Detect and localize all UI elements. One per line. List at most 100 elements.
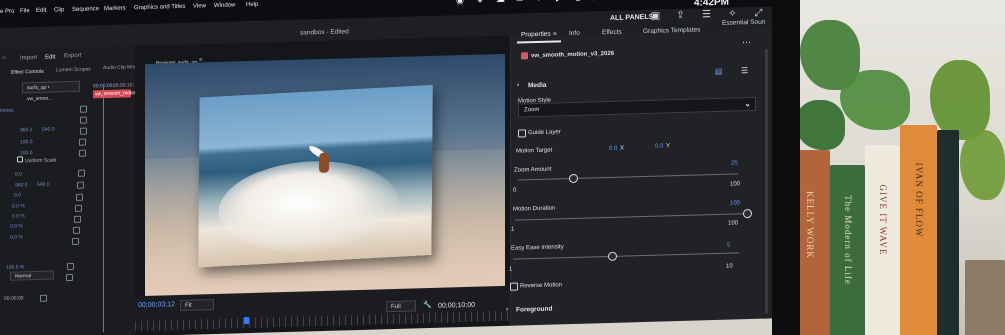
tab-export[interactable]: Export xyxy=(64,53,81,59)
keyframe-toggle-icon[interactable] xyxy=(73,226,80,234)
keyframe-toggle-icon[interactable] xyxy=(80,127,87,135)
book xyxy=(937,130,959,335)
menu-edit[interactable]: Edit xyxy=(36,8,46,14)
easy-ease-min: 1 xyxy=(509,266,513,273)
keyframe-toggle-icon[interactable] xyxy=(75,204,82,212)
clip-bar[interactable]: vw_smooth_motio xyxy=(93,89,135,99)
media-chevron-icon[interactable]: › xyxy=(517,81,519,88)
anchor-y-value[interactable]: 540.0 xyxy=(37,182,50,188)
crop-bottom-value[interactable]: 0.0 % xyxy=(10,234,23,240)
clip-selector[interactable]: surfs_up • vw_smoo... xyxy=(22,80,80,102)
properties-scrollbar[interactable] xyxy=(765,48,768,314)
crop-left-value[interactable]: 0.0 % xyxy=(12,203,25,209)
motion-target-y[interactable]: 0.0 xyxy=(655,143,663,149)
keyframe-toggle-icon[interactable] xyxy=(80,116,87,124)
fullscreen-icon[interactable]: ⤢ xyxy=(753,8,764,19)
record-icon[interactable]: ◍ xyxy=(574,0,582,3)
home-icon[interactable]: ⌂ xyxy=(2,55,6,61)
easy-ease-value[interactable]: 5 xyxy=(727,243,730,249)
keyframe-toggle-icon[interactable] xyxy=(79,149,86,157)
all-panels-button[interactable]: ALL PANELS xyxy=(610,14,653,22)
menu-app[interactable]: e Pro xyxy=(0,9,14,15)
search-icon[interactable]: ⌕ xyxy=(654,0,659,1)
menu-icon[interactable]: ☰ xyxy=(701,9,712,20)
foreground-section-title[interactable]: Foreground xyxy=(516,306,552,314)
keyframe-toggle-icon[interactable] xyxy=(72,237,79,245)
menu-markers[interactable]: Markers xyxy=(104,5,126,12)
keyframe-toggle-icon[interactable] xyxy=(67,262,74,271)
blend-mode-select[interactable]: Normal xyxy=(10,270,54,281)
uniform-scale-checkbox[interactable] xyxy=(17,156,23,163)
menu-sequence[interactable]: Sequence xyxy=(72,6,99,13)
keyframe-toggle-icon[interactable] xyxy=(77,181,84,189)
menu-clip[interactable]: Clip xyxy=(54,7,64,13)
tab-essential-sound[interactable]: Essential Soun xyxy=(722,19,765,27)
wifi-icon[interactable]: ≋ xyxy=(632,0,640,1)
rotation-value[interactable]: 0.0 xyxy=(15,171,22,177)
tab-edit[interactable]: Edit xyxy=(45,54,55,60)
keyframe-toggle-icon[interactable] xyxy=(78,169,85,177)
media-section-title[interactable]: Media xyxy=(528,82,546,90)
sequence-title: sandbox - Edited xyxy=(300,28,349,37)
menu-view[interactable]: View xyxy=(193,3,206,9)
tab-info[interactable]: Info xyxy=(569,30,580,37)
duration-timecode: 00;00;10;00 xyxy=(438,301,475,310)
menu-graphics[interactable]: Graphics and Titles xyxy=(134,4,185,11)
menu-file[interactable]: File xyxy=(20,8,30,14)
book: The Modern of Life xyxy=(830,165,865,335)
chat-icon[interactable]: ● xyxy=(536,0,541,3)
mail-icon[interactable]: ✉ xyxy=(516,0,524,5)
tab-lumetri-scopes[interactable]: Lumetri Scopes xyxy=(56,66,91,73)
wrench-icon[interactable]: 🔧 xyxy=(423,301,432,309)
dropbox-icon[interactable]: ❖ xyxy=(476,0,484,6)
monitor-bezel xyxy=(772,0,800,335)
foreground-chevron-icon[interactable]: › xyxy=(506,306,508,313)
tab-effect-controls[interactable]: Effect Controls xyxy=(11,69,44,76)
quality-select[interactable]: Full xyxy=(386,300,416,313)
crop-right-value[interactable]: 0.0 % xyxy=(10,223,23,229)
flicker-value[interactable]: 0.0 xyxy=(14,192,21,198)
monitor-screen: e Pro File Edit Clip Sequence Markers Gr… xyxy=(0,0,800,335)
playhead[interactable] xyxy=(103,87,104,333)
reverse-motion-checkbox[interactable] xyxy=(510,282,518,291)
position-x-value[interactable]: 960.2 xyxy=(20,127,33,133)
image-icon[interactable]: ▤ xyxy=(715,67,723,76)
tab-effects[interactable]: Effects xyxy=(602,29,622,37)
zoomed-inset-frame xyxy=(198,84,433,268)
play-icon[interactable]: ▶ xyxy=(556,0,563,3)
motion-duration-value[interactable]: 100 xyxy=(730,200,740,206)
anchor-x-value[interactable]: 960.0 xyxy=(15,182,28,188)
guide-layer-checkbox[interactable] xyxy=(518,129,526,138)
tab-properties[interactable]: Properties xyxy=(521,31,551,39)
properties-menu-icon[interactable]: ≡ xyxy=(553,30,557,37)
opacity-value[interactable]: 100.0 % xyxy=(6,264,24,271)
zoom-amount-value[interactable]: 25 xyxy=(731,160,738,166)
keyframe-toggle-icon[interactable] xyxy=(76,193,83,201)
zoom-amount-max: 100 xyxy=(730,181,741,188)
ruler-playhead[interactable] xyxy=(244,317,249,325)
property-label: motes xyxy=(0,107,14,114)
list-icon[interactable]: ☰ xyxy=(741,66,748,75)
current-timecode[interactable]: 00;00;03;12 xyxy=(138,301,175,309)
motion-target-x[interactable]: 0.0 xyxy=(609,146,617,152)
menu-help[interactable]: Help xyxy=(246,2,258,8)
fit-select[interactable]: Fit xyxy=(180,299,214,311)
keyframe-toggle-icon[interactable] xyxy=(80,105,87,113)
position-y-value[interactable]: 540.0 xyxy=(42,126,55,132)
sparkle-search-icon[interactable]: ✧ xyxy=(727,8,738,19)
cloud-icon[interactable]: ☁ xyxy=(496,0,505,5)
creative-cloud-icon[interactable]: ◉ xyxy=(456,0,464,6)
bluetooth-icon[interactable]: ᛒ xyxy=(592,0,597,1)
battery-icon[interactable]: ▭ xyxy=(610,0,619,2)
share-icon[interactable]: ⇪ xyxy=(675,10,686,21)
scale-value[interactable]: 100.0 xyxy=(20,139,33,145)
crop-top-value[interactable]: 0.0 % xyxy=(12,213,25,219)
keyframe-toggle-icon[interactable] xyxy=(74,215,81,223)
more-options-icon[interactable]: ⋯ xyxy=(742,37,751,48)
keyframe-toggle-icon[interactable] xyxy=(79,138,86,146)
menu-window[interactable]: Window xyxy=(214,2,235,9)
panel-layout-icon[interactable]: ▣ xyxy=(650,11,661,22)
tab-import[interactable]: Import xyxy=(20,55,37,61)
keyframe-toggle-icon[interactable] xyxy=(66,273,73,282)
filter-icon[interactable] xyxy=(40,294,47,302)
